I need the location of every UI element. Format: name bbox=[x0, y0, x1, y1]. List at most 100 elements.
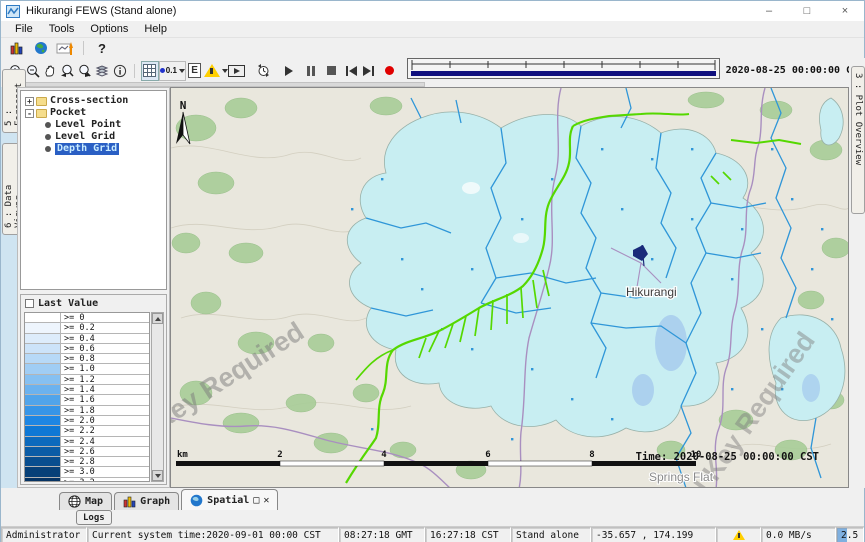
menu-file[interactable]: File bbox=[7, 22, 41, 36]
color-swatch bbox=[25, 323, 61, 332]
color-swatch bbox=[25, 447, 61, 456]
left-tab-strip: 5 : Forecast 6 : Data Viewer bbox=[1, 87, 17, 488]
step-forward-button[interactable] bbox=[360, 61, 377, 81]
pause-button[interactable] bbox=[302, 61, 319, 81]
tree-item-level-grid[interactable]: Level Grid bbox=[21, 131, 166, 143]
menu-help[interactable]: Help bbox=[136, 22, 175, 36]
info-button[interactable] bbox=[111, 61, 128, 81]
export-animation-button[interactable] bbox=[255, 61, 272, 81]
step-back-button[interactable] bbox=[343, 61, 360, 81]
spatial-display-button[interactable] bbox=[53, 39, 77, 57]
zoom-previous-icon bbox=[60, 64, 75, 78]
legend-row: >= 0 bbox=[25, 313, 149, 323]
expand-icon[interactable]: + bbox=[25, 97, 34, 106]
menu-tools[interactable]: Tools bbox=[41, 22, 83, 36]
play-icon bbox=[285, 66, 293, 76]
status-gmt-time: 08:27:18 GMT bbox=[339, 527, 425, 542]
svg-text:8: 8 bbox=[589, 450, 594, 460]
legend-row: >= 2.8 bbox=[25, 457, 149, 467]
tab-graph[interactable]: Graph bbox=[114, 492, 179, 510]
collapse-icon[interactable]: - bbox=[25, 109, 34, 118]
status-bar: Administrator Current system time:2020-0… bbox=[1, 526, 864, 542]
scroll-down-icon[interactable] bbox=[155, 474, 161, 478]
legend-row: >= 3.0 bbox=[25, 467, 149, 477]
fews-window: Hikurangi FEWS (Stand alone) – □ × File … bbox=[0, 0, 865, 542]
thresholds-dropdown[interactable] bbox=[203, 61, 228, 81]
legend-toggle-button[interactable]: E bbox=[186, 61, 203, 81]
spatial-chart-icon bbox=[56, 41, 74, 56]
stop-button[interactable] bbox=[323, 61, 340, 81]
minimize-button[interactable]: – bbox=[750, 1, 788, 21]
zoom-previous-button[interactable] bbox=[59, 61, 76, 81]
menu-bar: File Tools Options Help bbox=[1, 21, 864, 38]
last-value-checkbox[interactable] bbox=[25, 299, 34, 308]
legend-row: >= 0.2 bbox=[25, 323, 149, 333]
color-swatch bbox=[25, 364, 61, 373]
globe-wire-icon bbox=[68, 495, 81, 508]
legend-row: >= 2.6 bbox=[25, 447, 149, 457]
legend-row: >= 1.8 bbox=[25, 406, 149, 416]
color-swatch bbox=[25, 334, 61, 343]
play-button[interactable] bbox=[281, 61, 298, 81]
color-swatch bbox=[25, 385, 61, 394]
tree-item-level-point[interactable]: Level Point bbox=[21, 119, 166, 131]
close-button[interactable]: × bbox=[826, 1, 864, 21]
legend-row: >= 0.4 bbox=[25, 334, 149, 344]
legend-table: >= 0 >= 0.2 >= 0.4 >= 0.6 >= 0.8 >= 1.0 … bbox=[24, 312, 150, 482]
bar-chart-icon bbox=[10, 41, 25, 55]
tab-plot-overview[interactable]: 3 : Plot Overview bbox=[851, 66, 865, 214]
legend-row: >= 3.2 bbox=[25, 478, 149, 482]
tab-maximize-icon[interactable]: □ bbox=[253, 495, 259, 506]
pan-button[interactable] bbox=[42, 61, 59, 81]
zoom-next-button[interactable] bbox=[76, 61, 93, 81]
animation-button[interactable] bbox=[228, 61, 245, 81]
svg-text:km: km bbox=[177, 450, 188, 460]
logs-button[interactable]: Logs bbox=[76, 510, 112, 525]
map-view[interactable]: API Key Required API Key Required Hikura… bbox=[170, 87, 849, 488]
app-icon bbox=[6, 5, 20, 18]
tree-item-cross-section[interactable]: + Cross-section bbox=[21, 95, 166, 107]
map-toolbar: 0.1 E bbox=[1, 58, 864, 83]
grid-layer-button[interactable] bbox=[141, 61, 159, 81]
status-memory[interactable]: 2.5 GB bbox=[836, 527, 864, 542]
info-icon bbox=[113, 64, 127, 78]
right-tab-strip: 3 : Plot Overview bbox=[849, 58, 865, 488]
tab-spatial[interactable]: Spatial □ ✕ bbox=[181, 489, 278, 510]
point-icon bbox=[160, 68, 165, 73]
bullet-icon bbox=[45, 134, 51, 140]
zoom-out-button[interactable] bbox=[24, 61, 41, 81]
svg-text:2: 2 bbox=[277, 450, 282, 460]
toolbar-separator bbox=[83, 41, 84, 55]
zoom-next-icon bbox=[77, 64, 92, 78]
layers-icon bbox=[95, 64, 110, 77]
status-local-time: 16:27:18 CST bbox=[425, 527, 511, 542]
status-warning[interactable] bbox=[716, 527, 761, 542]
maximize-button[interactable]: □ bbox=[788, 1, 826, 21]
menu-options[interactable]: Options bbox=[82, 22, 136, 36]
time-slider[interactable] bbox=[407, 58, 720, 84]
tree-item-pocket[interactable]: - Pocket bbox=[21, 107, 166, 119]
record-button[interactable] bbox=[381, 61, 398, 81]
color-swatch bbox=[25, 437, 61, 446]
svg-text:10: 10 bbox=[691, 450, 702, 460]
warning-icon bbox=[204, 64, 220, 77]
point-label-dropdown[interactable]: 0.1 bbox=[159, 61, 186, 81]
tab-close-icon[interactable]: ✕ bbox=[263, 495, 269, 506]
tree-item-depth-grid[interactable]: Depth Grid bbox=[21, 143, 166, 155]
graph-display-button[interactable] bbox=[5, 39, 29, 57]
help-button[interactable]: ? bbox=[90, 39, 114, 57]
scroll-up-icon[interactable] bbox=[155, 317, 161, 321]
tab-graph-label: Graph bbox=[140, 496, 170, 507]
area-label: Springs Flat bbox=[649, 470, 714, 484]
bar-chart-icon bbox=[123, 496, 136, 508]
help-icon: ? bbox=[98, 41, 106, 56]
step-forward-icon bbox=[363, 66, 374, 76]
layers-button[interactable] bbox=[94, 61, 111, 81]
logs-row: Logs bbox=[1, 510, 864, 526]
legend-icon: E bbox=[188, 63, 201, 78]
map-display-button[interactable] bbox=[29, 39, 53, 57]
legend-scrollbar[interactable] bbox=[151, 312, 164, 482]
color-swatch bbox=[25, 395, 61, 404]
tab-map[interactable]: Map bbox=[59, 492, 112, 510]
current-time-label: 2020-08-25 00:00:00 CST bbox=[726, 65, 864, 76]
